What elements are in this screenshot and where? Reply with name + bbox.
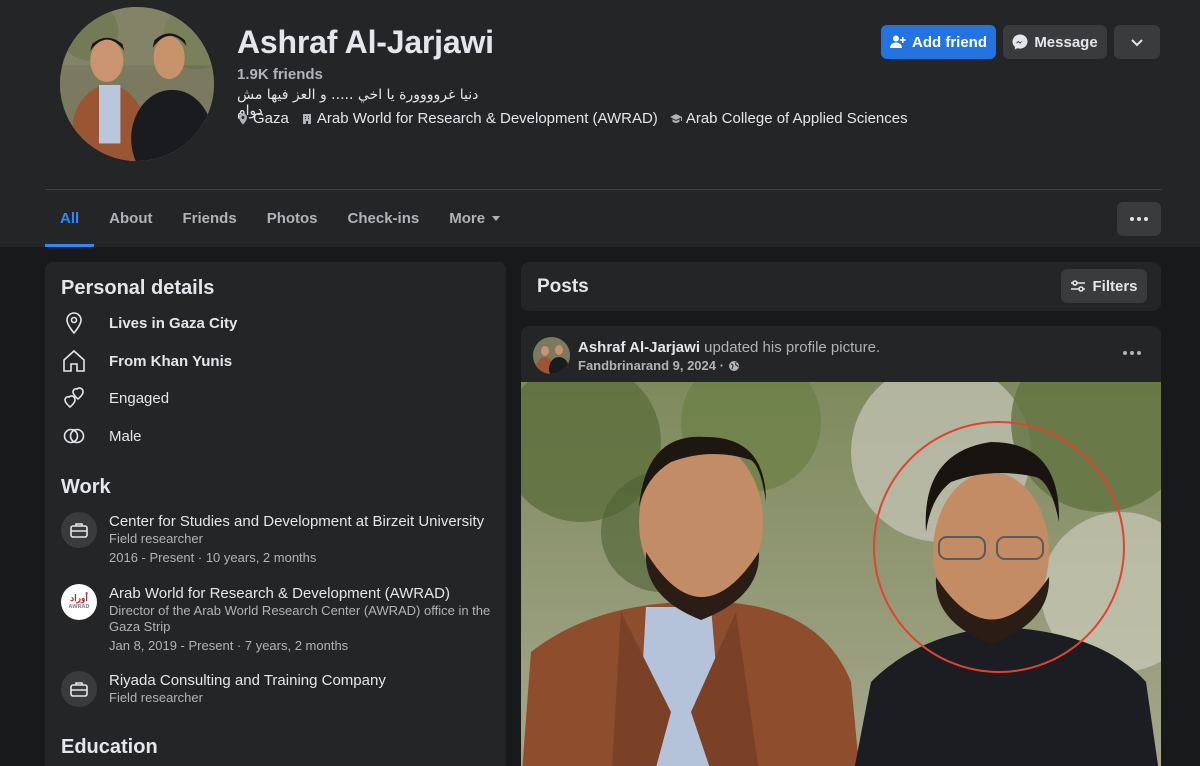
tab-friends[interactable]: Friends [168,190,252,247]
home-icon [63,349,85,372]
briefcase-icon [70,523,88,538]
profile-avatar[interactable] [58,5,216,163]
meta-workplace-text: Arab World for Research & Development (A… [316,110,658,127]
location-pin-icon [66,312,82,335]
work-company[interactable]: Center for Studies and Development at Bi… [109,512,494,531]
work-company[interactable]: Riyada Consulting and Training Company [109,671,494,690]
post-options-icon[interactable] [1123,351,1141,355]
post-date: Fandbrinarand 9, 2024 · [578,358,740,373]
work-text: Center for Studies and Development at Bi… [109,512,494,566]
work-title: Work [61,476,111,498]
intro-card: Personal details Lives in Gaza City From… [45,262,506,766]
detail-gender-text: Male [109,427,142,445]
tab-about[interactable]: About [94,190,167,247]
profile-meta: Gaza Arab World for Research & Developme… [237,110,908,127]
profile-header: Ashraf Al-Jarjawi 1.9K friends دنيا غروو… [0,0,1200,247]
posts-header-card: Posts Filters [521,262,1161,311]
add-person-icon [890,35,906,48]
building-icon [302,113,311,124]
briefcase-icon [70,682,88,697]
filters-label: Filters [1092,277,1138,295]
meta-school[interactable]: Arab College of Applied Sciences [669,110,908,127]
detail-relationship: Engaged [61,385,169,411]
add-friend-label: Add friend [912,33,987,51]
message-button[interactable]: Message [1003,25,1107,59]
work-text: Riyada Consulting and Training Company F… [109,671,494,706]
profile-name: Ashraf Al-Jarjawi [237,24,494,60]
posts-title: Posts [537,276,589,297]
awrad-logo[interactable]: أوراد AWRAD [61,584,97,620]
post-author-avatar[interactable] [533,337,570,374]
work-role: Field researcher [109,690,203,705]
hearts-icon [64,387,84,409]
globe-icon [728,360,739,371]
detail-relationship-text: Engaged [109,389,170,407]
work-dates: Jan 8, 2019 - Present · 7 years, 2 month… [109,638,349,653]
tab-more-label: More [449,210,486,227]
tabs-options-button[interactable] [1117,202,1161,236]
profile-options-button[interactable] [1114,25,1160,59]
chevron-down-icon [1131,39,1143,47]
graduation-cap-icon [669,113,682,123]
work-company[interactable]: Arab World for Research & Development (A… [109,584,494,603]
post-header: Ashraf Al-Jarjawi updated his profile pi… [578,339,880,356]
briefcase-icon-wrap [61,671,97,707]
message-label: Message [1034,33,1098,51]
more-dots-icon [1130,217,1148,221]
post-avatar-photo [533,337,570,374]
work-role: Field researcher [109,531,203,546]
post-card: Ashraf Al-Jarjawi updated his profile pi… [521,326,1161,766]
work-text: Arab World for Research & Development (A… [109,584,494,654]
post-photo[interactable] [521,382,1161,766]
meta-workplace[interactable]: Arab World for Research & Development (A… [301,110,658,127]
post-author-name[interactable]: Ashraf Al-Jarjawi [578,339,700,356]
meta-location: Gaza [237,110,289,127]
tab-all[interactable]: All [45,190,95,247]
detail-from-text: From Khan Yunis [109,352,233,370]
post-action-text: updated his profile picture. [700,339,881,356]
detail-from: From Khan Yunis [61,348,232,374]
detail-lives-text: Lives in Gaza City [109,314,238,332]
post-date-text[interactable]: Fandbrinarand 9, 2024 · [578,358,724,373]
personal-details-title: Personal details [61,277,215,299]
briefcase-icon-wrap [61,512,97,548]
meta-location-text: Gaza [253,110,289,127]
tab-more[interactable]: More [434,190,515,247]
friends-count[interactable]: 1.9K friends [237,66,323,83]
profile-photo [60,7,214,161]
caret-down-icon [492,216,501,221]
education-title: Education [61,736,158,758]
detail-lives: Lives in Gaza City [61,310,237,336]
work-role: Director of the Arab World Research Cent… [109,603,491,634]
post-photo-image [521,382,1161,766]
awrad-logo-text: أوراد [70,594,88,604]
filters-button[interactable]: Filters [1061,269,1147,303]
detail-gender: Male [61,423,142,449]
sliders-icon [1071,280,1086,292]
add-friend-button[interactable]: Add friend [881,25,996,59]
messenger-icon [1012,34,1028,50]
awrad-logo-sub: AWRAD [68,604,90,610]
tab-checkins[interactable]: Check-ins [333,190,435,247]
tab-photos[interactable]: Photos [252,190,333,247]
meta-school-text: Arab College of Applied Sciences [685,110,908,127]
work-dates: 2016 - Present · 10 years, 2 months [109,550,317,565]
gender-icon [63,428,85,444]
profile-tabs: All About Friends Photos Check-ins More [45,190,515,247]
location-pin-icon [239,113,247,124]
